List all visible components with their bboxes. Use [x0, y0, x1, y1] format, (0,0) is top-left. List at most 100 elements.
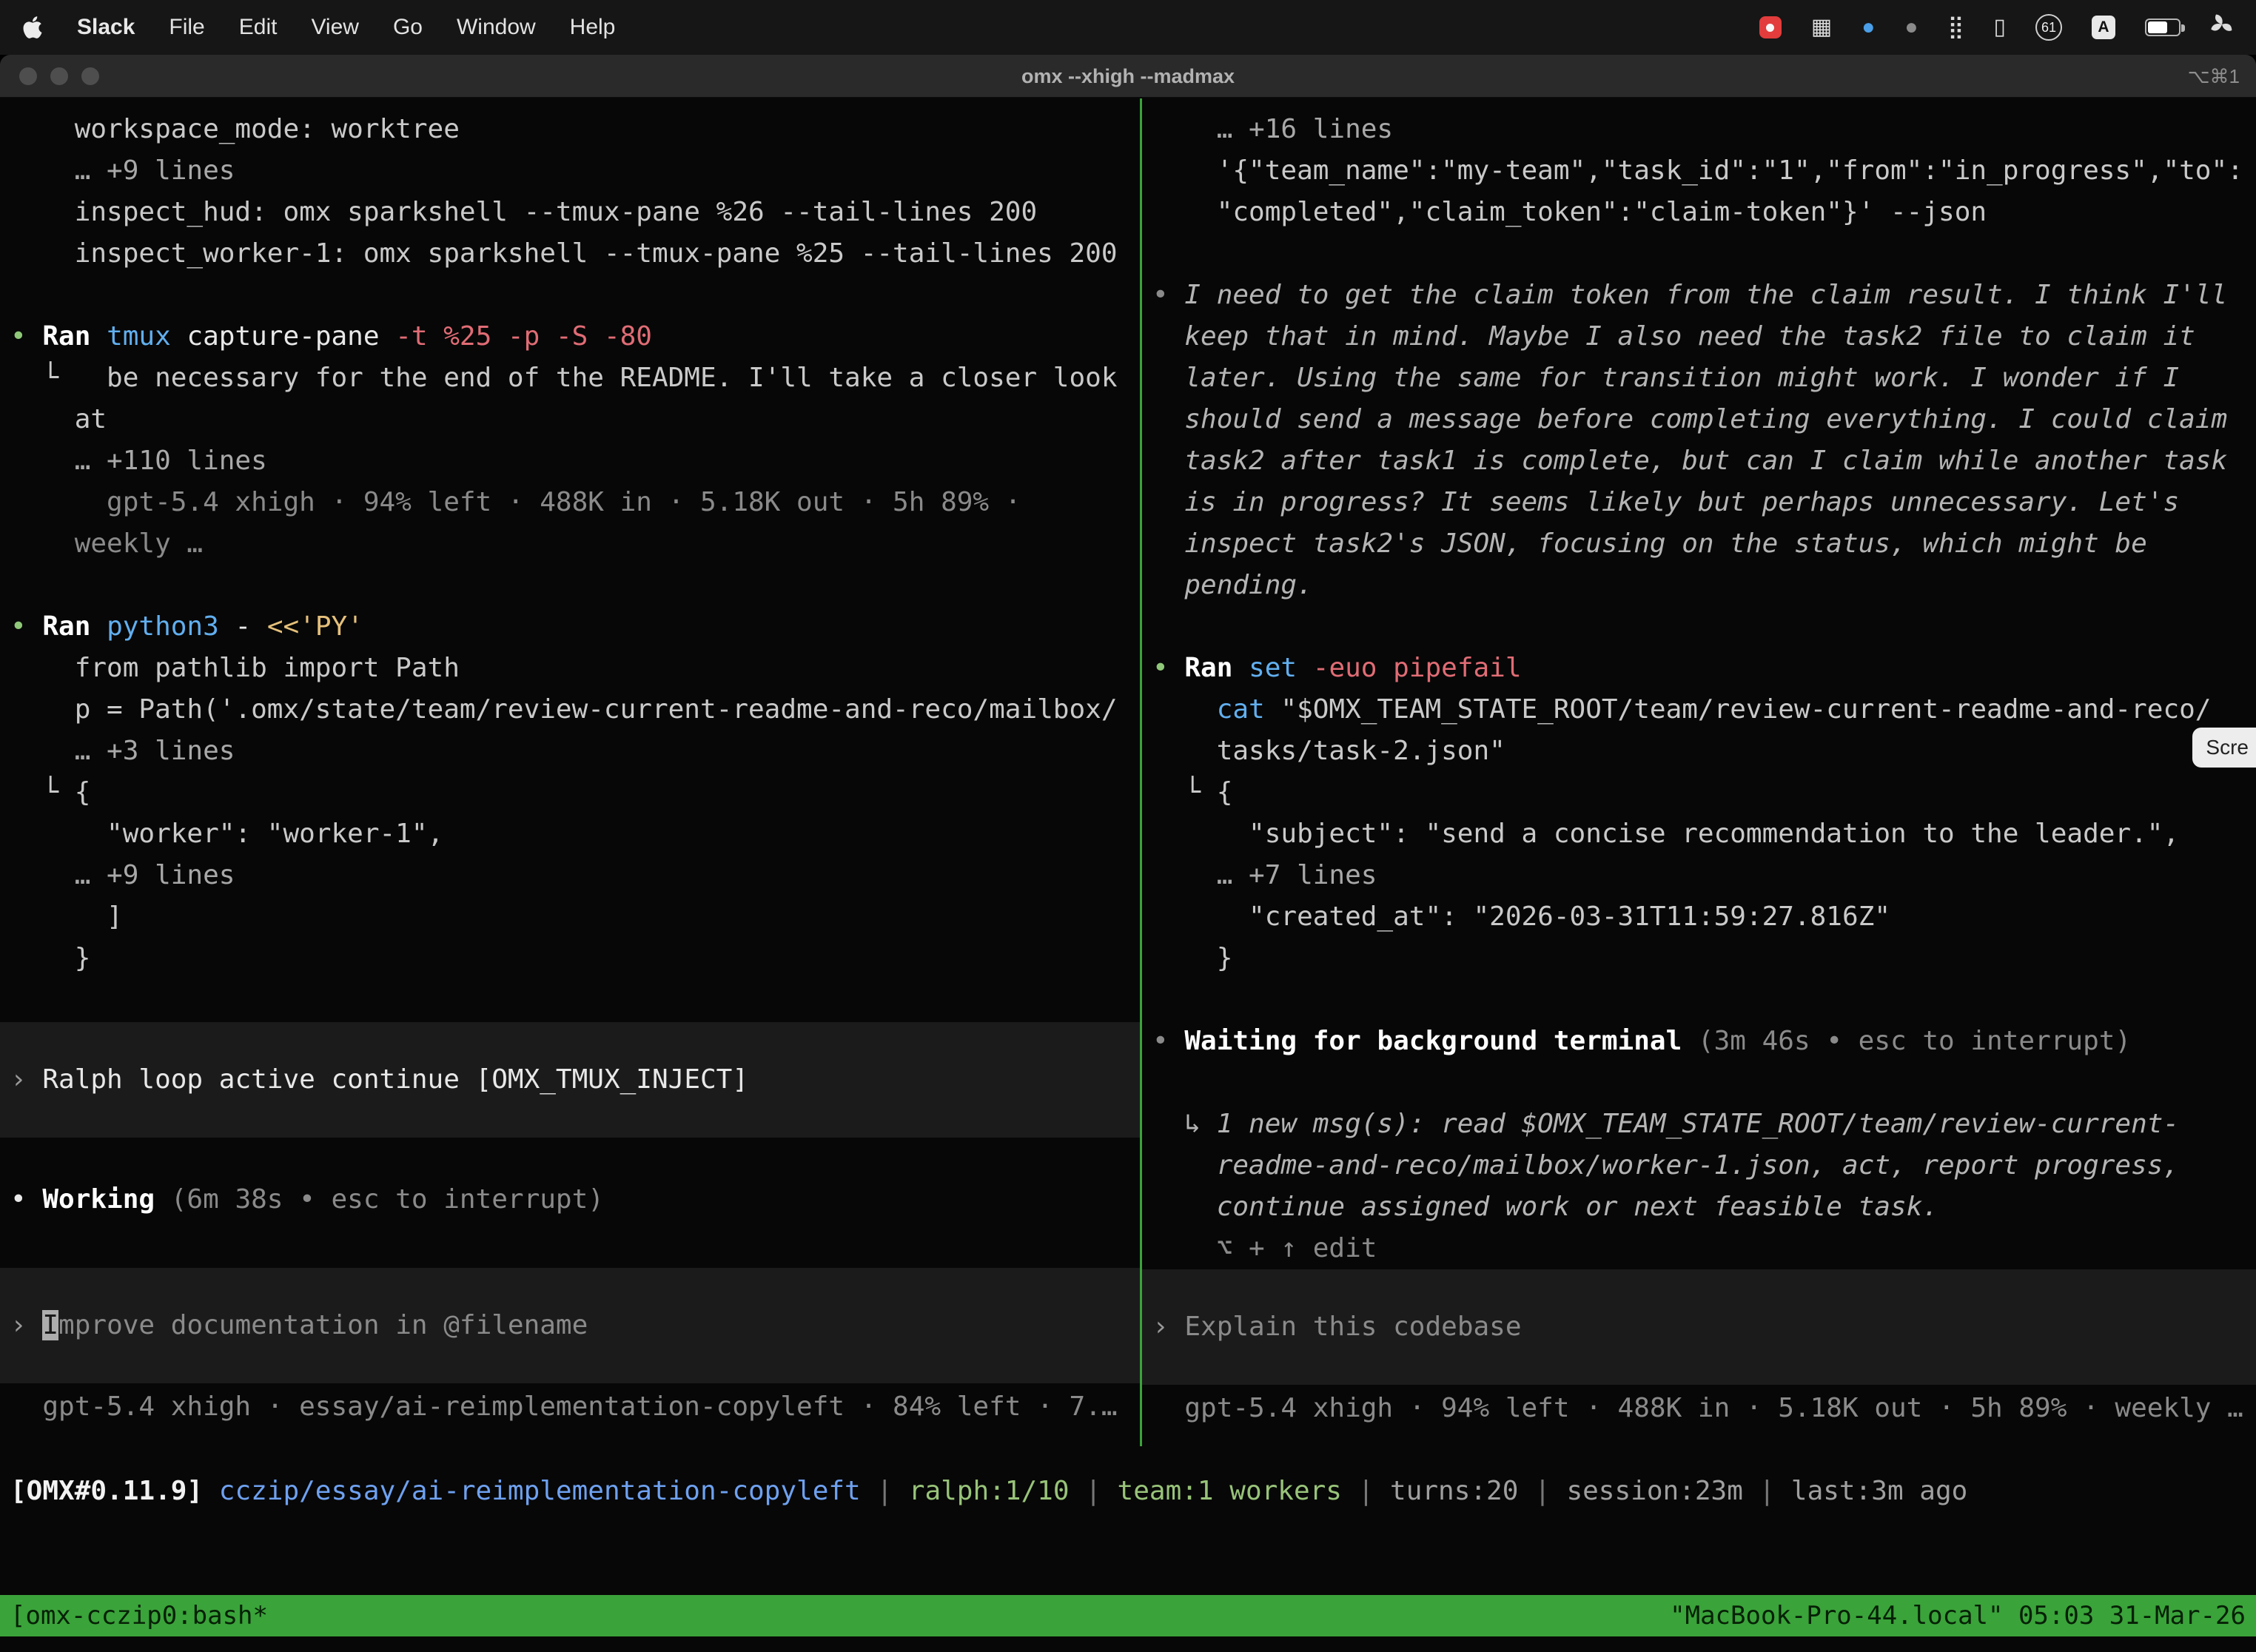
- terminal-line: '{"team_name":"my-team","task_id":"1","f…: [1142, 150, 2256, 192]
- code-line: p = Path('.omx/state/team/review-current…: [0, 689, 1140, 731]
- bullet-icon: •: [1152, 280, 1184, 310]
- thinking-line: is in progress? It seems likely but perh…: [1142, 482, 2256, 523]
- bullet-icon: •: [1152, 653, 1184, 683]
- grid-icon[interactable]: ▦: [1811, 16, 1832, 38]
- ralph-counter: ralph:1/10: [909, 1476, 1085, 1506]
- tmux-pane-left[interactable]: workspace_mode: worktree … +9 lines insp…: [0, 98, 1140, 1471]
- code-line: from pathlib import Path: [0, 648, 1140, 689]
- app-menu-slack[interactable]: Slack: [77, 15, 135, 40]
- gauge-badge-icon[interactable]: 61: [2035, 14, 2062, 41]
- prompt-icon: ›: [10, 1310, 42, 1340]
- thinking-line: • I need to get the claim token from the…: [1142, 275, 2256, 316]
- output-line: └ be necessary for the end of the README…: [0, 357, 1140, 399]
- output-line: "worker": "worker-1",: [0, 813, 1140, 855]
- bullet-icon: •: [1152, 1026, 1184, 1056]
- terminal-line: workspace_mode: worktree: [0, 109, 1140, 150]
- terminal-line: inspect_worker-1: omx sparkshell --tmux-…: [0, 233, 1140, 275]
- inject-banner: › Ralph loop active continue [OMX_TMUX_I…: [0, 1022, 1140, 1138]
- stats-line: weekly …: [0, 523, 1140, 565]
- inject-line: › Ralph loop active continue [OMX_TMUX_I…: [0, 1059, 1140, 1101]
- stats-line: gpt-5.4 xhigh · 94% left · 488K in · 5.1…: [0, 482, 1140, 523]
- screen-share-popup[interactable]: Scre: [2192, 728, 2256, 768]
- mailbox-message-line: readme-and-reco/mailbox/worker-1.json, a…: [1142, 1145, 2256, 1186]
- terminal-window: omx --xhigh --madmax ⌥⌘1 workspace_mode:…: [0, 55, 2256, 1652]
- apple-logo-icon: [22, 15, 43, 40]
- expander-line: … +9 lines: [0, 855, 1140, 896]
- terminal-line: "completed","claim_token":"claim-token"}…: [1142, 192, 2256, 233]
- output-line: }: [1142, 938, 2256, 979]
- tmux-session-name[interactable]: [omx-cczip0:bash*: [10, 1601, 268, 1631]
- fan-icon[interactable]: [2210, 13, 2234, 42]
- model-footer-line: gpt-5.4 xhigh · essay/ai-reimplementatio…: [0, 1386, 1140, 1428]
- thinking-line: inspect task2's JSON, focusing on the st…: [1142, 523, 2256, 565]
- app-status-blue-icon[interactable]: ●: [1861, 16, 1875, 38]
- menu-edit[interactable]: Edit: [239, 15, 278, 40]
- bullet-icon: •: [10, 321, 42, 352]
- menu-bar-status-icons: ▦ ● ● ⣿ ▯ 61 A: [1759, 13, 2234, 42]
- input-source-icon[interactable]: A: [2092, 16, 2115, 39]
- command-line: cat "$OMX_TEAM_STATE_ROOT/team/review-cu…: [1142, 689, 2256, 731]
- ran-command-line: • Ran set -euo pipefail: [1142, 648, 2256, 689]
- turns-counter: turns:20: [1390, 1476, 1534, 1506]
- tmux-host-clock: "MacBook-Pro-44.local" 05:03 31-Mar-26: [1670, 1601, 2246, 1631]
- menu-view[interactable]: View: [311, 15, 358, 40]
- waiting-status-line: • Waiting for background terminal (3m 46…: [1142, 1021, 2256, 1062]
- expander-line: … +7 lines: [1142, 855, 2256, 896]
- bullet-icon: •: [10, 1184, 42, 1215]
- screen-recording-indicator-icon[interactable]: [1759, 16, 1782, 38]
- window-title-bar[interactable]: omx --xhigh --madmax ⌥⌘1: [0, 55, 2256, 98]
- last-activity: last:3m ago: [1791, 1476, 1967, 1506]
- menu-bar-left: Slack File Edit View Go Window Help: [22, 15, 615, 40]
- mailbox-message-line: continue assigned work or next feasible …: [1142, 1186, 2256, 1228]
- omx-version: [OMX#0.11.9]: [10, 1476, 203, 1506]
- menu-bar: Slack File Edit View Go Window Help ▦ ● …: [0, 0, 2256, 55]
- prompt-icon: ›: [1152, 1312, 1184, 1342]
- battery-icon[interactable]: [2145, 19, 2181, 36]
- composer-line: › Explain this codebase: [1142, 1306, 2256, 1348]
- ran-command-line: • Ran tmux capture-pane -t %25 -p -S -80: [0, 316, 1140, 357]
- session-time: session:23m: [1566, 1476, 1759, 1506]
- output-line: └ {: [0, 772, 1140, 813]
- thinking-line: pending.: [1142, 565, 2256, 606]
- branch-name: cczip/essay/ai-reimplementation-copyleft: [203, 1476, 876, 1506]
- thinking-line: later. Using the same for transition mig…: [1142, 357, 2256, 399]
- expander-line: … +9 lines: [0, 150, 1140, 192]
- expander-line: … +110 lines: [0, 440, 1140, 482]
- output-line: }: [0, 938, 1140, 979]
- thinking-line: keep that in mind. Maybe I also need the…: [1142, 316, 2256, 357]
- thinking-line: task2 after task1 is complete, but can I…: [1142, 440, 2256, 482]
- terminal-content: workspace_mode: worktree … +9 lines insp…: [0, 98, 2256, 1652]
- team-workers: team:1 workers: [1118, 1476, 1358, 1506]
- output-line: "created_at": "2026-03-31T11:59:27.816Z": [1142, 896, 2256, 938]
- omx-status-line: [OMX#0.11.9] cczip/essay/ai-reimplementa…: [0, 1471, 2256, 1512]
- tmux-status-bar: [omx-cczip0:bash* "MacBook-Pro-44.local"…: [0, 1595, 2256, 1636]
- tmux-pane-right[interactable]: … +16 lines '{"team_name":"my-team","tas…: [1142, 98, 2256, 1471]
- menu-help[interactable]: Help: [570, 15, 616, 40]
- composer-line: › Improve documentation in @filename: [0, 1305, 1140, 1346]
- menu-file[interactable]: File: [169, 15, 204, 40]
- window-shortcut-hint: ⌥⌘1: [2188, 55, 2240, 98]
- menu-window[interactable]: Window: [457, 15, 536, 40]
- window-title: omx --xhigh --madmax: [0, 55, 2256, 98]
- expander-line: … +16 lines: [1142, 109, 2256, 150]
- apple-menu[interactable]: [22, 15, 43, 40]
- working-status-line: • Working (6m 38s • esc to interrupt): [0, 1179, 1140, 1220]
- app-status-dark-icon[interactable]: ●: [1904, 16, 1918, 38]
- expander-line: … +3 lines: [0, 731, 1140, 772]
- menu-go[interactable]: Go: [393, 15, 423, 40]
- composer-input[interactable]: › Explain this codebase: [1142, 1269, 2256, 1385]
- mailbox-message-line: ↳ 1 new msg(s): read $OMX_TEAM_STATE_ROO…: [1142, 1104, 2256, 1145]
- ran-command-line: • Ran python3 - <<'PY': [0, 606, 1140, 648]
- prompt-icon: ›: [10, 1064, 42, 1095]
- output-line: "subject": "send a concise recommendatio…: [1142, 813, 2256, 855]
- composer-input[interactable]: › Improve documentation in @filename: [0, 1268, 1140, 1383]
- edit-hint-line: ⌥ + ↑ edit: [1142, 1228, 2256, 1269]
- output-line: at: [0, 399, 1140, 440]
- bullet-icon: •: [10, 611, 42, 642]
- output-line: └ {: [1142, 772, 2256, 813]
- dots-grid-icon[interactable]: ⣿: [1948, 16, 1964, 38]
- phone-icon[interactable]: ▯: [1993, 16, 2006, 38]
- thinking-line: should send a message before completing …: [1142, 399, 2256, 440]
- text-cursor: I: [42, 1310, 58, 1340]
- command-line: tasks/task-2.json": [1142, 731, 2256, 772]
